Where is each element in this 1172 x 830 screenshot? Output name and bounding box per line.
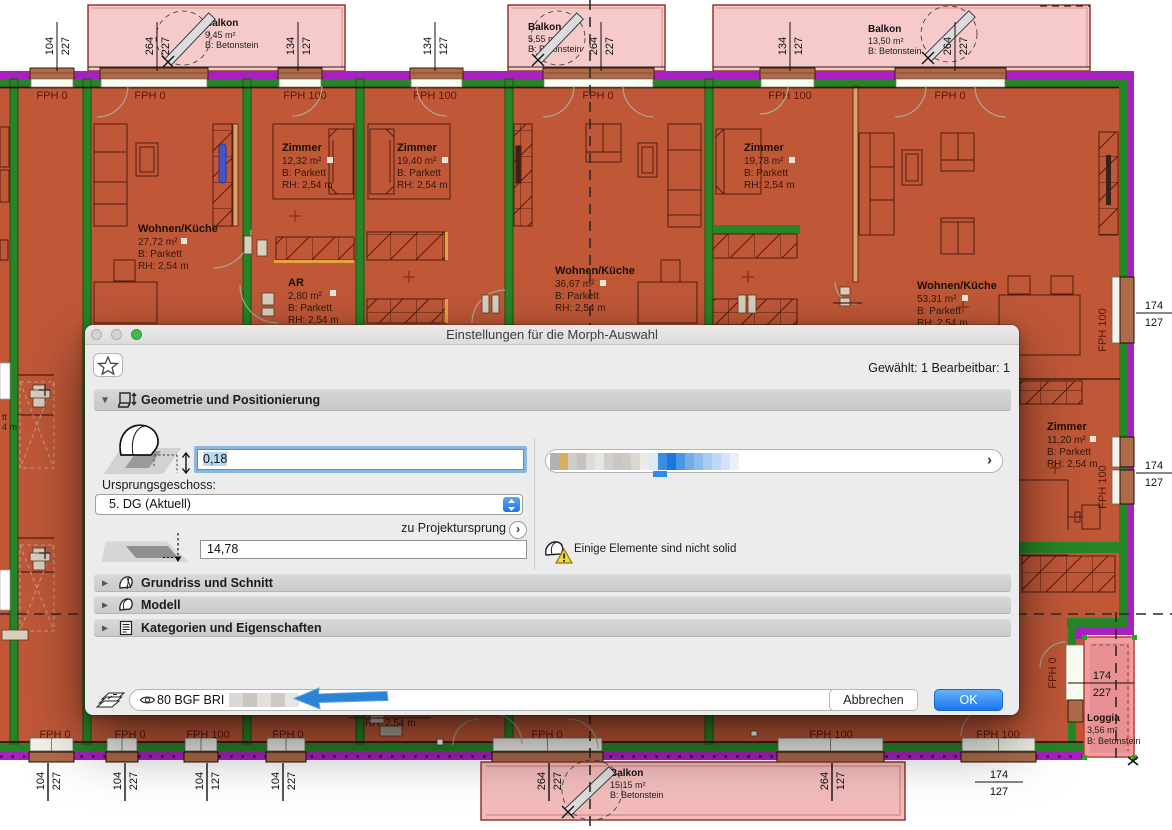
svg-text:3,56 m²: 3,56 m² bbox=[1087, 725, 1118, 735]
svg-text:127: 127 bbox=[438, 37, 450, 55]
svg-text:19,40 m²: 19,40 m² bbox=[397, 156, 437, 167]
svg-text:RH: 2,54 m: RH: 2,54 m bbox=[397, 180, 448, 191]
svg-text:227: 227 bbox=[604, 37, 616, 55]
svg-text:B: Betonstein: B: Betonstein bbox=[610, 790, 664, 800]
svg-text:FPH 0: FPH 0 bbox=[272, 729, 303, 741]
svg-text:FPH 0: FPH 0 bbox=[1047, 657, 1059, 688]
svg-text:104: 104 bbox=[270, 772, 282, 790]
svg-text:FPH 100: FPH 100 bbox=[768, 90, 811, 102]
svg-text:FPH 100: FPH 100 bbox=[186, 729, 229, 741]
svg-text:B: Parkett: B: Parkett bbox=[555, 291, 599, 302]
svg-text:127: 127 bbox=[793, 37, 805, 55]
svg-text:174: 174 bbox=[1145, 460, 1163, 472]
svg-text:174: 174 bbox=[1093, 670, 1111, 682]
svg-text:RH: 2,54 m: RH: 2,54 m bbox=[138, 261, 189, 272]
svg-text:FPH 0: FPH 0 bbox=[114, 729, 145, 741]
svg-text:FPH 100: FPH 100 bbox=[976, 729, 1019, 741]
svg-text:13,50 m²: 13,50 m² bbox=[868, 36, 904, 46]
svg-text:FPH 0: FPH 0 bbox=[39, 729, 70, 741]
svg-text:127: 127 bbox=[210, 772, 222, 790]
svg-text:AR: AR bbox=[288, 277, 304, 289]
svg-text:B: Parkett: B: Parkett bbox=[1047, 447, 1091, 458]
svg-text:127: 127 bbox=[990, 786, 1008, 798]
svg-text:RH: 2,54 m: RH: 2,54 m bbox=[555, 303, 606, 314]
svg-text:227: 227 bbox=[60, 37, 72, 55]
svg-text:B: Parkett: B: Parkett bbox=[917, 306, 961, 317]
svg-text:Zimmer: Zimmer bbox=[744, 142, 784, 154]
svg-text:227: 227 bbox=[286, 772, 298, 790]
svg-text:227: 227 bbox=[1093, 687, 1111, 699]
svg-text:Balkon: Balkon bbox=[868, 24, 901, 35]
svg-text:FPH 100: FPH 100 bbox=[1097, 465, 1109, 508]
svg-text:134: 134 bbox=[285, 37, 297, 55]
svg-text:15,15 m²: 15,15 m² bbox=[610, 780, 646, 790]
svg-text:FPH 0: FPH 0 bbox=[531, 729, 562, 741]
svg-text:B: Parkett: B: Parkett bbox=[744, 168, 788, 179]
svg-text:Wohnen/Küche: Wohnen/Küche bbox=[555, 265, 635, 277]
svg-text:RH: 2,54 m: RH: 2,54 m bbox=[282, 180, 333, 191]
svg-text:Zimmer: Zimmer bbox=[1047, 421, 1087, 433]
svg-text:Balkon: Balkon bbox=[528, 22, 561, 33]
svg-text:264: 264 bbox=[819, 772, 831, 790]
svg-text:227: 227 bbox=[51, 772, 63, 790]
svg-text:227: 227 bbox=[552, 772, 564, 790]
svg-text:FPH 100: FPH 100 bbox=[1097, 308, 1109, 351]
svg-text:11,20 m²: 11,20 m² bbox=[1047, 435, 1086, 446]
svg-text:174: 174 bbox=[990, 769, 1008, 781]
svg-text:Zimmer: Zimmer bbox=[397, 142, 437, 154]
svg-text:127: 127 bbox=[301, 37, 313, 55]
svg-text:FPH 100: FPH 100 bbox=[413, 90, 456, 102]
svg-text:227: 227 bbox=[128, 772, 140, 790]
svg-text:FPH 100: FPH 100 bbox=[809, 729, 852, 741]
svg-text:27,72 m²: 27,72 m² bbox=[138, 237, 178, 248]
svg-text:FPH 0: FPH 0 bbox=[134, 90, 165, 102]
svg-text:B: Parkett: B: Parkett bbox=[397, 168, 441, 179]
svg-text:264: 264 bbox=[942, 37, 954, 55]
svg-text:127: 127 bbox=[835, 772, 847, 790]
svg-text:174: 174 bbox=[1145, 300, 1163, 312]
svg-text:Wohnen/Küche: Wohnen/Küche bbox=[917, 280, 997, 292]
svg-text:4 m: 4 m bbox=[2, 422, 17, 432]
svg-text:RH: 2,54 m: RH: 2,54 m bbox=[1047, 459, 1098, 470]
svg-text:12,32 m²: 12,32 m² bbox=[282, 156, 322, 167]
svg-text:134: 134 bbox=[777, 37, 789, 55]
svg-text:36,67 m²: 36,67 m² bbox=[555, 279, 595, 290]
svg-text:B: Betonstein: B: Betonstein bbox=[1087, 736, 1141, 746]
svg-text:FPH 0: FPH 0 bbox=[36, 90, 67, 102]
svg-text:127: 127 bbox=[1145, 477, 1163, 489]
svg-text:B: Parkett: B: Parkett bbox=[138, 249, 182, 260]
svg-text:19,78 m²: 19,78 m² bbox=[744, 156, 784, 167]
svg-text:B: Parkett: B: Parkett bbox=[282, 168, 326, 179]
svg-text:Zimmer: Zimmer bbox=[282, 142, 322, 154]
svg-text:104: 104 bbox=[194, 772, 206, 790]
svg-text:53,31 m²: 53,31 m² bbox=[917, 294, 957, 305]
svg-text:2,80 m²: 2,80 m² bbox=[288, 291, 323, 302]
svg-text:tt: tt bbox=[2, 412, 8, 422]
svg-text:264: 264 bbox=[144, 37, 156, 55]
svg-text:FPH 0: FPH 0 bbox=[934, 90, 965, 102]
svg-text:Wohnen/Küche: Wohnen/Küche bbox=[138, 223, 218, 235]
svg-text:227: 227 bbox=[160, 37, 172, 55]
svg-text:104: 104 bbox=[44, 37, 56, 55]
svg-text:FPH 0: FPH 0 bbox=[582, 90, 613, 102]
svg-text:RH: 2,54 m: RH: 2,54 m bbox=[744, 180, 795, 191]
svg-text:104: 104 bbox=[35, 772, 47, 790]
svg-text:B: Betonstein: B: Betonstein bbox=[205, 40, 259, 50]
svg-text:227: 227 bbox=[958, 37, 970, 55]
svg-text:264: 264 bbox=[536, 772, 548, 790]
svg-text:127: 127 bbox=[1145, 317, 1163, 329]
svg-text:104: 104 bbox=[112, 772, 124, 790]
svg-text:134: 134 bbox=[422, 37, 434, 55]
svg-text:B: Parkett: B: Parkett bbox=[288, 303, 332, 314]
svg-text:B: Betonstein: B: Betonstein bbox=[868, 46, 922, 56]
